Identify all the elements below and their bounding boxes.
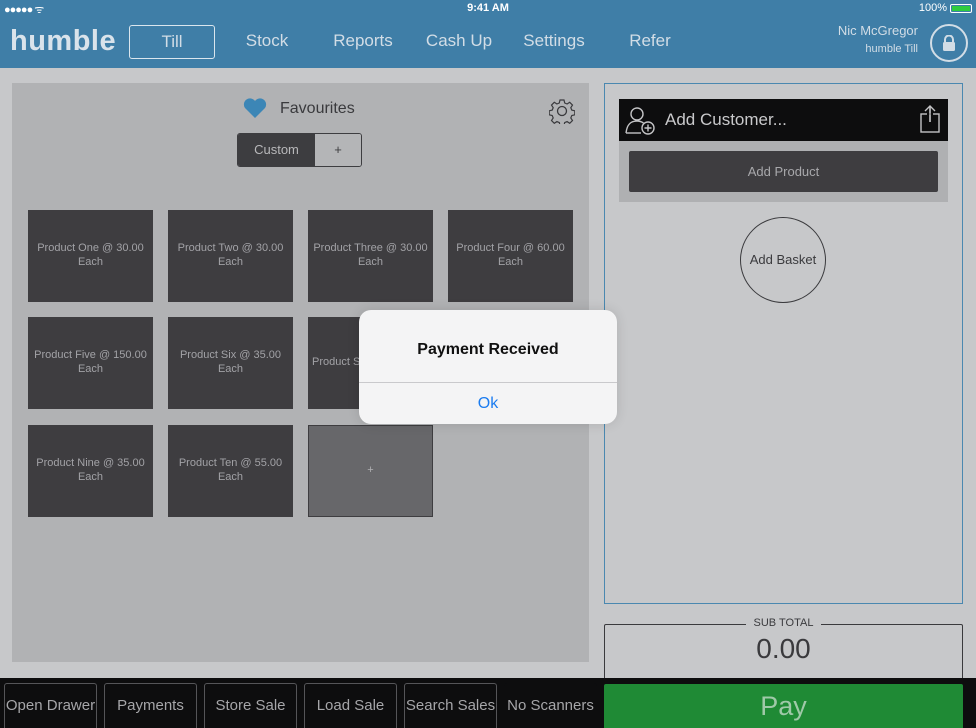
pay-button[interactable]: Pay xyxy=(604,684,963,728)
product-tile[interactable]: Product One @ 30.00 Each xyxy=(28,210,153,302)
battery-percent: 100% xyxy=(918,2,947,14)
battery-indicator: 100% xyxy=(919,2,972,14)
load-sale-button[interactable]: Load Sale xyxy=(304,683,397,728)
lock-icon xyxy=(943,35,955,51)
add-customer-bar[interactable]: Add Customer... xyxy=(619,99,948,141)
add-user-icon xyxy=(625,105,657,140)
add-basket-button[interactable]: Add Basket xyxy=(740,217,826,303)
gear-icon[interactable] xyxy=(548,98,576,129)
subtotal-label: SUB TOTAL xyxy=(604,617,963,629)
store-sale-button[interactable]: Store Sale xyxy=(204,683,297,728)
tab-settings[interactable]: Settings xyxy=(515,25,593,57)
till-name: humble Till xyxy=(865,43,918,55)
no-scanners-status[interactable]: No Scanners xyxy=(504,683,597,728)
user-name: Nic McGregor xyxy=(837,23,918,38)
product-tile[interactable]: Product Nine @ 35.00 Each xyxy=(28,425,153,517)
product-tile[interactable]: Product Two @ 30.00 Each xyxy=(168,210,293,302)
humble-logo: humble xyxy=(10,25,117,57)
lock-button[interactable] xyxy=(930,24,968,62)
tab-stock[interactable]: Stock xyxy=(232,25,302,57)
share-icon[interactable] xyxy=(918,105,942,138)
product-tile[interactable]: Product Three @ 30.00 Each xyxy=(308,210,433,302)
tab-refer[interactable]: Refer xyxy=(618,25,682,57)
favourites-title: Favourites xyxy=(280,100,355,117)
top-nav-bar: humble Till Stock Reports Cash Up Settin… xyxy=(0,17,976,68)
alert-title: Payment Received xyxy=(417,341,559,358)
favourites-segment: Custom + xyxy=(237,133,362,167)
tab-cash-up[interactable]: Cash Up xyxy=(420,25,498,57)
open-drawer-button[interactable]: Open Drawer xyxy=(4,683,97,728)
subtotal-value: 0.00 xyxy=(756,633,811,664)
product-tile[interactable]: Product Six @ 35.00 Each xyxy=(168,317,293,409)
battery-icon xyxy=(950,3,972,13)
heart-icon xyxy=(242,97,268,124)
tab-till[interactable]: Till xyxy=(129,25,215,59)
payments-button[interactable]: Payments xyxy=(104,683,197,728)
status-bar: ●●●●● ᯤ 9:41 AM 100% xyxy=(0,0,976,17)
product-tile[interactable]: Product Ten @ 55.00 Each xyxy=(168,425,293,517)
segment-custom[interactable]: Custom xyxy=(238,134,315,166)
product-tile[interactable]: Product Five @ 150.00 Each xyxy=(28,317,153,409)
payment-alert-dialog: Payment Received Ok xyxy=(359,310,617,424)
clock: 9:41 AM xyxy=(467,2,509,14)
segment-add[interactable]: + xyxy=(315,134,361,166)
add-customer-label: Add Customer... xyxy=(665,110,787,129)
subtotal-label-text: SUB TOTAL xyxy=(745,617,822,629)
add-favourite-tile[interactable]: + xyxy=(308,425,433,517)
add-product-button[interactable]: Add Product xyxy=(629,151,938,192)
tab-reports[interactable]: Reports xyxy=(325,25,401,57)
product-tile[interactable]: Product Four @ 60.00 Each xyxy=(448,210,573,302)
search-sales-button[interactable]: Search Sales xyxy=(404,683,497,728)
alert-ok-button[interactable]: Ok xyxy=(359,383,617,424)
